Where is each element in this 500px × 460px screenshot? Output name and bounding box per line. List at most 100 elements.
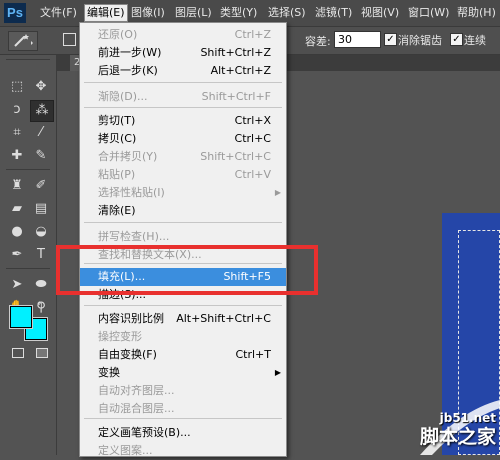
edit-menu-item-5[interactable]: 拷贝(C) Ctrl+C xyxy=(80,130,286,148)
edit-menu-item-2[interactable]: 后退一步(K) Alt+Ctrl+Z xyxy=(80,62,286,80)
tolerance-input[interactable]: 30 xyxy=(334,31,381,48)
menu-item-shortcut: Ctrl+V xyxy=(234,168,271,181)
panel-grip xyxy=(6,59,50,60)
menu-select[interactable]: 选择(S) xyxy=(268,5,306,21)
screen-mode-icon[interactable] xyxy=(36,348,48,358)
edit-menu-item-16[interactable]: 自由变换(F) Ctrl+T xyxy=(80,346,286,364)
menu-item-shortcut: Shift+Ctrl+F xyxy=(201,90,271,103)
edit-menu-item-20[interactable]: 定义画笔预设(B)... xyxy=(80,424,286,442)
menu-image[interactable]: 图像(I) xyxy=(131,5,165,21)
edit-menu-item-7: 粘贴(P) Ctrl+V xyxy=(80,166,286,184)
menu-separator xyxy=(84,107,282,108)
menu-separator xyxy=(84,305,282,306)
tool-separator xyxy=(6,268,50,269)
menu-file[interactable]: 文件(F) xyxy=(40,5,77,21)
edit-menu-item-8: 选择性粘贴(I) ▶ xyxy=(80,184,286,202)
healing-brush-icon[interactable]: ✚ xyxy=(6,146,28,166)
brush-icon[interactable]: ✎ xyxy=(30,146,52,166)
menu-item-shortcut: Ctrl+Z xyxy=(234,28,271,41)
menu-item-label: 自由变换(F) xyxy=(98,348,157,361)
submenu-arrow-icon: ▶ xyxy=(274,188,281,197)
menu-window[interactable]: 窗口(W) xyxy=(408,5,449,21)
menu-item-label: 拼写检查(H)... xyxy=(98,230,170,243)
type-icon[interactable]: T xyxy=(30,245,52,265)
blur-icon[interactable]: ● xyxy=(6,222,28,242)
submenu-arrow-icon: ▶ xyxy=(274,368,281,377)
eyedropper-icon[interactable]: ⁄ xyxy=(30,123,52,143)
edit-menu-item-6: 合并拷贝(Y) Shift+Ctrl+C xyxy=(80,148,286,166)
menu-item-label: 变换 xyxy=(98,366,120,379)
edit-menu-item-0: 还原(O) Ctrl+Z xyxy=(80,26,286,44)
menu-item-label: 自动对齐图层... xyxy=(98,384,175,397)
move-icon[interactable]: ✥ xyxy=(30,77,52,97)
menu-item-shortcut: Ctrl+C xyxy=(234,132,271,145)
photoshop-logo: Ps xyxy=(4,3,26,23)
edit-menu-item-14[interactable]: 内容识别比例 Alt+Shift+Ctrl+C xyxy=(80,310,286,328)
tool-preset-picker[interactable] xyxy=(8,31,38,51)
antialias-checkbox[interactable]: ✓ xyxy=(384,33,397,46)
edit-menu-item-4[interactable]: 剪切(T) Ctrl+X xyxy=(80,112,286,130)
menu-item-shortcut: Shift+Ctrl+Z xyxy=(200,46,271,59)
shape-icon[interactable]: ⬬ xyxy=(30,275,52,295)
menu-help[interactable]: 帮助(H) xyxy=(457,5,496,21)
menu-item-label: 后退一步(K) xyxy=(98,64,158,77)
eraser-icon[interactable]: ▰ xyxy=(6,199,28,219)
history-brush-icon[interactable]: ✐ xyxy=(30,176,52,196)
edit-menu-item-18: 自动对齐图层... xyxy=(80,382,286,400)
menu-item-label: 合并拷贝(Y) xyxy=(98,150,158,163)
menu-item-label: 自动混合图层... xyxy=(98,402,175,415)
menu-item-label: 还原(O) xyxy=(98,28,138,41)
menu-item-shortcut: Ctrl+T xyxy=(235,348,271,361)
edit-menu-dropdown: 还原(O) Ctrl+Z 前进一步(W) Shift+Ctrl+Z 后退一步(K) Alt… xyxy=(79,22,287,457)
menu-item-shortcut: Ctrl+X xyxy=(234,114,271,127)
edit-menu-item-17[interactable]: 变换 ▶ xyxy=(80,364,286,382)
tolerance-label: 容差: xyxy=(305,35,331,48)
menu-separator xyxy=(84,222,282,223)
menu-item-shortcut: Alt+Ctrl+Z xyxy=(210,64,271,77)
menu-separator xyxy=(84,82,282,83)
edit-menu-item-3: 渐隐(D)... Shift+Ctrl+F xyxy=(80,88,286,106)
new-selection-icon[interactable] xyxy=(63,33,76,46)
edit-menu-item-21: 定义图案... xyxy=(80,442,286,460)
watermark-name: 脚本之家 xyxy=(419,426,496,448)
magic-wand-icon xyxy=(14,34,33,47)
menu-item-shortcut: Alt+Shift+Ctrl+C xyxy=(176,312,271,325)
tools-panel: ⬚✥ↄ⁂⌗⁄✚✎♜✐▰▤●◒✒T➤⬬✋⚲↰ xyxy=(0,55,57,455)
menu-layer[interactable]: 图层(L) xyxy=(175,5,212,21)
menu-separator xyxy=(84,418,282,419)
crop-icon[interactable]: ⌗ xyxy=(6,123,28,143)
contiguous-label: 连续 xyxy=(464,34,486,47)
menu-item-label: 前进一步(W) xyxy=(98,46,162,59)
menu-item-label: 定义画笔预设(B)... xyxy=(98,426,191,439)
swap-colors-icon[interactable]: ↰ xyxy=(36,301,44,311)
menu-item-label: 操控变形 xyxy=(98,330,142,343)
tool-separator xyxy=(6,169,50,170)
menu-view[interactable]: 视图(V) xyxy=(361,5,399,21)
marquee-icon[interactable]: ⬚ xyxy=(6,77,28,97)
highlight-callout xyxy=(56,245,318,295)
menu-item-label: 内容识别比例 xyxy=(98,312,164,325)
menu-item-label: 粘贴(P) xyxy=(98,168,136,181)
quick-mask-icon[interactable] xyxy=(12,348,24,358)
path-select-icon[interactable]: ➤ xyxy=(6,275,28,295)
menu-item-label: 清除(E) xyxy=(98,204,136,217)
edit-menu-item-15: 操控变形 xyxy=(80,328,286,346)
foreground-color-swatch[interactable] xyxy=(10,306,32,328)
menu-filter[interactable]: 滤镜(T) xyxy=(315,5,352,21)
edit-menu-item-9[interactable]: 清除(E) xyxy=(80,202,286,220)
gradient-icon[interactable]: ▤ xyxy=(30,199,52,219)
menu-item-label: 剪切(T) xyxy=(98,114,136,127)
contiguous-checkbox[interactable]: ✓ xyxy=(450,33,463,46)
menu-edit[interactable]: 编辑(E) xyxy=(84,4,128,22)
stamp-icon[interactable]: ♜ xyxy=(6,176,28,196)
menu-item-shortcut: Shift+Ctrl+C xyxy=(200,150,271,163)
menu-type[interactable]: 类型(Y) xyxy=(220,5,257,21)
edit-menu-item-10: 拼写检查(H)... xyxy=(80,228,286,246)
edit-menu-item-1[interactable]: 前进一步(W) Shift+Ctrl+Z xyxy=(80,44,286,62)
menu-item-label: 渐隐(D)... xyxy=(98,90,148,103)
magic-wand-icon[interactable]: ⁂ xyxy=(30,100,54,122)
menu-item-label: 选择性粘贴(I) xyxy=(98,186,165,199)
lasso-icon[interactable]: ↄ xyxy=(6,100,28,120)
pen-icon[interactable]: ✒ xyxy=(6,245,28,265)
dodge-icon[interactable]: ◒ xyxy=(30,222,52,242)
